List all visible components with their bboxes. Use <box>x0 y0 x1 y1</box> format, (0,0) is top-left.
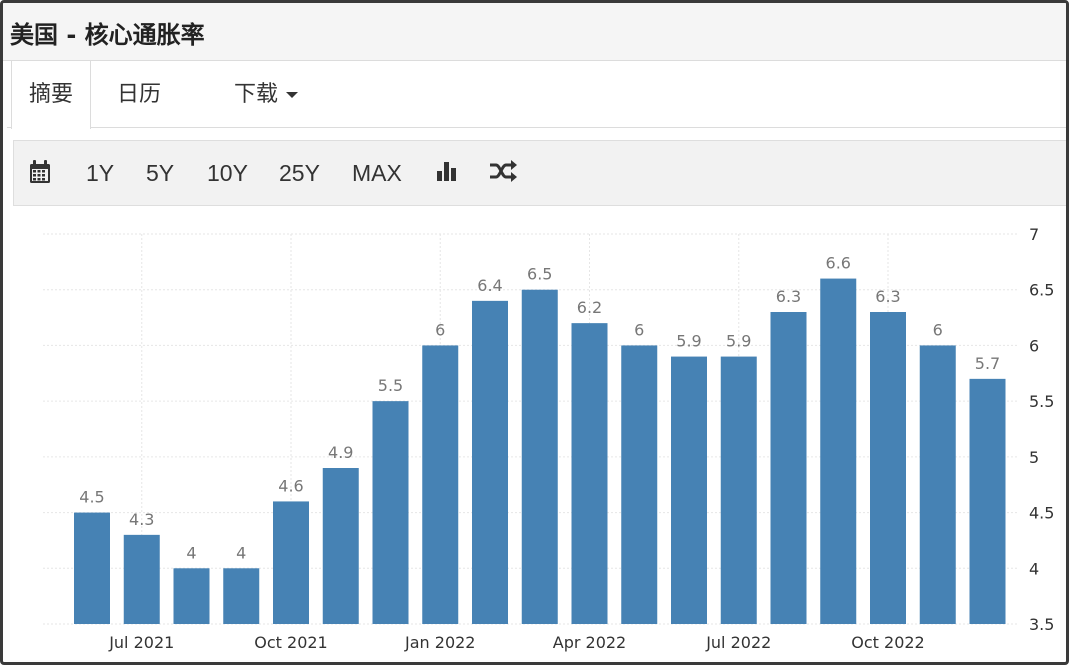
y-tick-label: 5.5 <box>1029 392 1054 411</box>
range-25y-button[interactable]: 25Y <box>279 141 320 205</box>
bar[interactable] <box>173 568 210 624</box>
x-tick-label: Apr 2022 <box>553 633 626 652</box>
bar[interactable] <box>571 323 608 624</box>
bar[interactable] <box>621 345 658 624</box>
bars <box>74 278 1006 624</box>
bar-chart: 4.5 4.3 4 4 4.6 4.9 5.5 6 6.4 6.5 6.2 6 5.9 5.9 6.3 6.6… <box>43 225 1054 652</box>
bar[interactable] <box>123 534 160 624</box>
bar[interactable] <box>720 356 757 624</box>
data-label: 4.3 <box>129 510 154 529</box>
x-axis-ticks: Jul 2021 Oct 2021 Jan 2022 Apr 2022 Jul 2022… <box>108 633 925 652</box>
bar[interactable] <box>472 300 508 624</box>
bar[interactable] <box>770 312 807 624</box>
y-tick-label: 4.5 <box>1029 504 1054 523</box>
bar[interactable] <box>969 378 1006 624</box>
y-axis-ticks: 3.5 4 4.5 5 5.5 6 6.5 7 <box>1029 225 1054 634</box>
shuffle-icon[interactable] <box>489 160 517 186</box>
y-tick-label: 3.5 <box>1029 615 1054 634</box>
y-tick-label: 5 <box>1029 448 1039 467</box>
data-label: 6.6 <box>826 254 851 273</box>
data-label: 4.9 <box>328 443 353 462</box>
bar[interactable] <box>422 345 459 624</box>
title-bar: 美国 - 核心通胀率 <box>3 3 1066 61</box>
bar-chart-icon[interactable] <box>436 160 458 186</box>
tab-summary[interactable]: 摘要 <box>11 61 92 129</box>
range-5y-button[interactable]: 5Y <box>146 141 174 205</box>
bar[interactable] <box>372 401 409 624</box>
x-tick-label: Jan 2022 <box>404 633 475 652</box>
range-10y-button[interactable]: 10Y <box>207 141 248 205</box>
calendar-icon[interactable] <box>29 160 51 188</box>
y-tick-label: 4 <box>1029 559 1039 578</box>
data-label: 5.9 <box>676 332 701 351</box>
range-1y-button[interactable]: 1Y <box>86 141 114 205</box>
data-label: 6.5 <box>527 265 552 284</box>
y-tick-label: 6 <box>1029 336 1039 355</box>
x-tick-label: Oct 2022 <box>851 633 924 652</box>
data-label: 4.5 <box>79 488 104 507</box>
data-label: 6.2 <box>577 298 602 317</box>
data-label: 5.5 <box>378 376 403 395</box>
x-tick-label: Jul 2021 <box>108 633 174 652</box>
y-tick-label: 6.5 <box>1029 281 1054 300</box>
data-label: 5.9 <box>726 332 751 351</box>
data-label: 5.7 <box>975 354 1000 373</box>
bar[interactable] <box>870 312 906 624</box>
tab-download-label: 下载 <box>234 82 279 107</box>
bar[interactable] <box>273 501 309 624</box>
caret-down-icon <box>286 92 299 98</box>
bar[interactable] <box>521 289 558 624</box>
tab-calendar[interactable]: 日历 <box>117 61 161 128</box>
data-label: 6 <box>634 320 644 339</box>
y-tick-label: 7 <box>1029 225 1039 244</box>
data-label: 6.3 <box>875 287 900 306</box>
data-label: 6.3 <box>776 287 801 306</box>
data-label: 4 <box>186 543 196 562</box>
data-label: 6.4 <box>477 276 502 295</box>
data-label: 4 <box>236 543 246 562</box>
tab-bar: 摘要 日历 下载 <box>7 61 1066 129</box>
bar[interactable] <box>820 278 857 624</box>
data-label: 6 <box>933 320 943 339</box>
data-label: 4.6 <box>278 476 303 495</box>
bar[interactable] <box>74 512 110 624</box>
widget-frame: 美国 - 核心通胀率 摘要 日历 下载 1Y 5Y 10Y 25Y MAX 4.… <box>0 0 1069 665</box>
data-label: 6 <box>435 320 445 339</box>
chart-toolbar: 1Y 5Y 10Y 25Y MAX <box>13 140 1066 206</box>
x-tick-label: Oct 2021 <box>254 633 327 652</box>
tab-download[interactable]: 下载 <box>234 61 299 128</box>
page-title: 美国 - 核心通胀率 <box>10 21 205 49</box>
chart-area: 4.5 4.3 4 4 4.6 4.9 5.5 6 6.4 6.5 6.2 6 5.9 5.9 6.3 6.6… <box>3 208 1066 662</box>
x-tick-label: Jul 2022 <box>705 633 771 652</box>
range-max-button[interactable]: MAX <box>352 141 402 205</box>
bar[interactable] <box>671 356 707 624</box>
bar[interactable] <box>223 568 260 624</box>
bar[interactable] <box>919 345 956 624</box>
bar[interactable] <box>322 468 359 624</box>
